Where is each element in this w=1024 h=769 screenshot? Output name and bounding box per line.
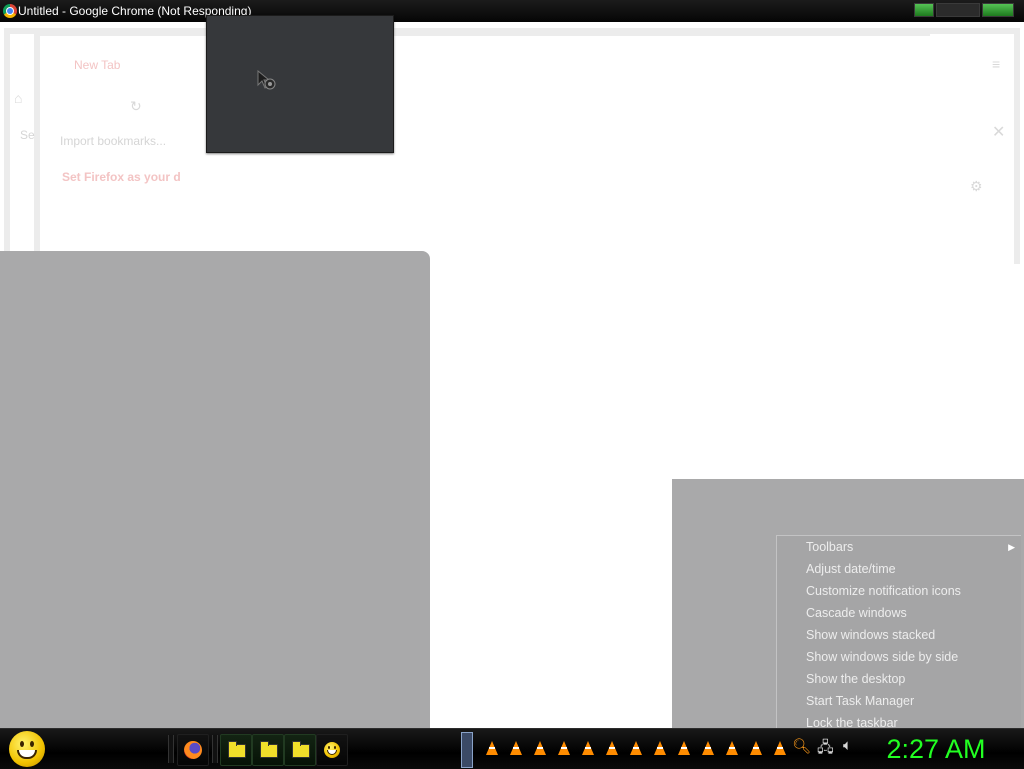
window-controls <box>914 3 1014 17</box>
ghost-tab-title: New Tab <box>74 58 121 72</box>
folder-icon <box>292 741 310 758</box>
vlc-cone-icon[interactable] <box>528 739 552 759</box>
menu-item-cascade-windows[interactable]: Cascade windows <box>777 602 1021 624</box>
menu-item-start-task-manager[interactable]: Start Task Manager <box>777 690 1021 712</box>
menu-item-adjust-date-time[interactable]: Adjust date/time <box>777 558 1021 580</box>
ghost-search-label: Se <box>20 128 35 142</box>
busy-cursor-icon <box>257 70 276 90</box>
vlc-cone-icon[interactable] <box>624 739 648 759</box>
window-title-bar[interactable]: Untitled - Google Chrome (Not Responding… <box>0 0 1024 22</box>
vlc-cone-icon[interactable] <box>552 739 576 759</box>
menu-item-label: Show windows side by side <box>806 650 959 664</box>
clock[interactable]: 2:27 AM <box>876 731 996 767</box>
ghost-reload-icon: ↻ <box>130 98 142 114</box>
menu-item-lock-the-taskbar[interactable]: Lock the taskbar <box>777 712 1021 729</box>
tray-cone-icons <box>480 739 792 759</box>
vlc-cone-icon[interactable] <box>576 739 600 759</box>
submenu-arrow-icon: ▶ <box>1008 542 1015 552</box>
taskbar-button-firefox[interactable] <box>177 734 209 766</box>
ghost-set-default: Set Firefox as your d <box>62 170 181 184</box>
menu-item-show-the-desktop[interactable]: Show the desktop <box>777 668 1021 690</box>
menu-item-label: Toolbars <box>806 540 854 554</box>
taskbar-button-smiley[interactable] <box>316 734 348 766</box>
smiley-icon <box>9 731 45 767</box>
vlc-cone-icon[interactable] <box>480 739 504 759</box>
vlc-cone-icon[interactable] <box>768 739 792 759</box>
start-button[interactable] <box>7 731 47 767</box>
chrome-icon <box>3 4 17 18</box>
network-icon[interactable]: 🖧 <box>817 737 834 762</box>
taskbar-separator <box>168 735 174 763</box>
close-button[interactable] <box>982 3 1014 17</box>
vlc-cone-icon[interactable] <box>744 739 768 759</box>
vlc-cone-icon[interactable] <box>600 739 624 759</box>
maximize-button[interactable] <box>936 3 980 17</box>
menu-item-label: Start Task Manager <box>806 694 915 708</box>
menu-item-toolbars[interactable]: Toolbars ▶ <box>777 536 1021 558</box>
blank-left-panel <box>0 251 430 728</box>
menu-item-label: Show the desktop <box>806 672 906 686</box>
menu-item-label: Customize notification icons <box>806 584 961 598</box>
taskbar-scroll-handle[interactable] <box>461 732 473 768</box>
vlc-cone-icon[interactable] <box>504 739 528 759</box>
menu-item-label: Show windows stacked <box>806 628 936 642</box>
smiley-icon <box>324 742 340 758</box>
vlc-cone-icon[interactable] <box>672 739 696 759</box>
folder-icon <box>228 741 246 758</box>
search-icon[interactable]: 🔍︎ <box>792 737 811 755</box>
volume-icon[interactable]: 🔈︎ <box>843 737 852 754</box>
taskbar-button-folder-1[interactable] <box>220 734 252 766</box>
taskbar[interactable]: 🔍︎ 🖧 🔈︎ 2:27 AM <box>0 728 1024 769</box>
ghost-inner-frame <box>34 30 930 258</box>
taskbar-context-menu: Toolbars ▶ Adjust date/time Customize no… <box>776 535 1021 729</box>
ghost-import-bookmarks: Import bookmarks... <box>60 134 167 148</box>
minimize-button[interactable] <box>914 3 934 17</box>
menu-item-show-windows-side-by-side[interactable]: Show windows side by side <box>777 646 1021 668</box>
ghost-gear-icon: ⚙ <box>970 178 983 194</box>
vlc-cone-icon[interactable] <box>648 739 672 759</box>
ghost-close-icon: ✕ <box>992 124 1006 141</box>
taskbar-button-folder-2[interactable] <box>252 734 284 766</box>
menu-item-label: Cascade windows <box>806 606 907 620</box>
taskbar-separator <box>212 735 218 763</box>
menu-item-label: Adjust date/time <box>806 562 896 576</box>
firefox-icon <box>184 741 202 759</box>
vlc-cone-icon[interactable] <box>696 739 720 759</box>
folder-icon <box>260 741 278 758</box>
vlc-cone-icon[interactable] <box>720 739 744 759</box>
not-responding-window <box>206 15 394 153</box>
taskbar-button-folder-3[interactable] <box>284 734 316 766</box>
menu-item-show-windows-stacked[interactable]: Show windows stacked <box>777 624 1021 646</box>
menu-item-customize-notification-icons[interactable]: Customize notification icons <box>777 580 1021 602</box>
ghost-menu-icon: ≡ <box>992 56 1001 72</box>
ghost-home-icon: ⌂ <box>14 90 23 106</box>
